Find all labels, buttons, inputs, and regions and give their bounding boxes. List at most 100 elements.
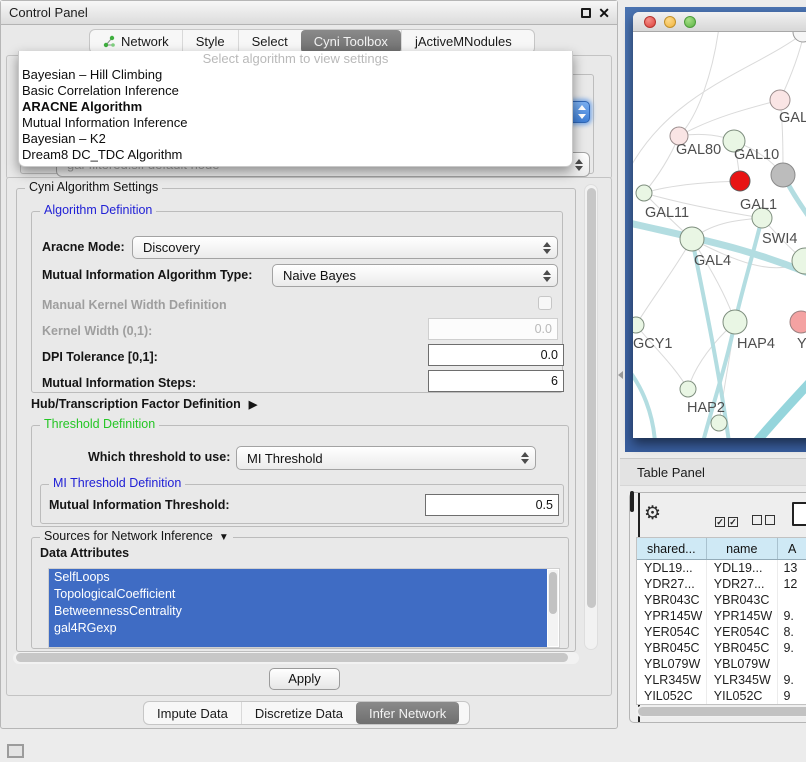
network-tab-icon: [103, 35, 116, 48]
tab-cyni-toolbox[interactable]: Cyni Toolbox: [301, 30, 401, 53]
scrollbar-thumb[interactable]: [638, 707, 806, 716]
scrollbar-thumb[interactable]: [16, 653, 568, 662]
table-row[interactable]: YDR27...YDR27...12: [637, 576, 806, 592]
tab-discretize-data[interactable]: Discretize Data: [241, 702, 356, 724]
algorithm-option[interactable]: Basic Correlation Inference: [19, 83, 572, 99]
attribute-list-item[interactable]: [49, 637, 547, 648]
float-window-icon[interactable]: [581, 8, 591, 18]
attributes-scrollbar[interactable]: [548, 570, 558, 646]
traffic-light-minimize-icon[interactable]: [664, 16, 676, 28]
tab-label: Cyni Toolbox: [314, 34, 388, 49]
mi-threshold-definition-group: MI Threshold Definition Mutual Informati…: [40, 484, 564, 524]
tab-infer-network[interactable]: Infer Network: [356, 702, 459, 724]
select-columns-icon[interactable]: ✓✓: [715, 512, 741, 530]
network-node[interactable]: [680, 227, 704, 251]
network-node[interactable]: [730, 171, 750, 191]
tab-label: Infer Network: [369, 706, 446, 721]
table-header-row: shared...nameA: [637, 538, 806, 560]
network-node[interactable]: [790, 311, 806, 333]
table-cell: YDR27...: [637, 576, 707, 592]
bottom-tabstrip: Impute DataDiscretize Data Infer Network: [143, 701, 470, 725]
attribute-list-item[interactable]: gal4RGexp: [49, 620, 547, 637]
mi-threshold-input[interactable]: 0.5: [425, 494, 559, 516]
combo-focus-stepper-icon[interactable]: [572, 101, 590, 123]
table-row[interactable]: YBL079WYBL079W: [637, 656, 806, 672]
settings-horizontal-scrollbar[interactable]: [13, 652, 579, 664]
which-threshold-select[interactable]: MI Threshold: [236, 446, 536, 470]
network-window-titlebar[interactable]: [633, 12, 806, 32]
tab-style[interactable]: Style: [182, 30, 238, 53]
network-node[interactable]: [680, 381, 696, 397]
dpi-tolerance-input[interactable]: 0.0: [428, 344, 564, 366]
mi-threshold-label: Mutual Information Threshold:: [49, 498, 230, 512]
deselect-columns-icon[interactable]: [752, 512, 778, 530]
network-node[interactable]: [793, 32, 806, 42]
group-title: MI Threshold Definition: [49, 476, 185, 490]
network-node[interactable]: [636, 185, 652, 201]
attribute-list-item[interactable]: BetweennessCentrality: [49, 603, 547, 620]
network-node[interactable]: [771, 163, 795, 187]
hub-definition-toggle[interactable]: Hub/Transcription Factor Definition▶: [31, 397, 257, 411]
table-cell: [778, 656, 806, 672]
aracne-mode-label: Aracne Mode:: [42, 240, 125, 254]
cyni-settings-panel: Cyni Algorithm Settings Algorithm Defini…: [6, 177, 612, 696]
network-node[interactable]: [711, 415, 727, 431]
traffic-light-zoom-icon[interactable]: [684, 16, 696, 28]
splitpane-handle-icon[interactable]: [618, 371, 623, 379]
kernel-width-input[interactable]: 0.0: [428, 318, 558, 340]
algorithm-option[interactable]: Dream8 DC_TDC Algorithm: [19, 147, 572, 163]
table-cell: YBR045C: [637, 640, 707, 656]
aracne-mode-select[interactable]: Discovery: [132, 236, 558, 259]
attribute-list-item[interactable]: SelfLoops: [49, 569, 547, 586]
scrollbar-thumb[interactable]: [549, 572, 557, 614]
docked-panel-icon[interactable]: [7, 744, 24, 758]
sources-collapse-toggle[interactable]: Sources for Network Inference▼: [40, 529, 233, 543]
threshold-definition-group: Threshold Definition Which threshold to …: [31, 425, 569, 527]
network-node[interactable]: [770, 90, 790, 110]
mi-type-select[interactable]: Naive Bayes: [272, 264, 558, 287]
table-horizontal-scrollbar[interactable]: [636, 706, 806, 717]
tab-select[interactable]: Select: [238, 30, 301, 53]
mi-steps-input[interactable]: 6: [428, 370, 564, 392]
table-row[interactable]: YDL19...YDL19...13: [637, 560, 806, 576]
table-row[interactable]: YIL052CYIL052C9: [637, 688, 806, 704]
combo-arrows-icon: [543, 242, 551, 254]
mi-type-value: Naive Bayes: [283, 265, 356, 286]
combo-arrows-icon: [575, 159, 583, 171]
column-header[interactable]: name: [707, 538, 778, 559]
table-cell: 13: [778, 560, 806, 576]
table-cell: YLR345W: [637, 672, 707, 688]
expand-right-arrow-icon: ▶: [249, 399, 257, 411]
algorithm-option[interactable]: Bayesian – Hill Climbing: [19, 67, 572, 83]
tab-jactivemnodules[interactable]: jActiveMNodules: [401, 30, 525, 53]
data-attributes-list: SelfLoopsTopologicalCoefficientBetweenne…: [48, 568, 560, 648]
network-node[interactable]: [633, 317, 644, 333]
algorithm-option[interactable]: Mutual Information Inference: [19, 115, 572, 131]
algorithm-option[interactable]: ARACNE Algorithm: [19, 99, 572, 115]
checked-box-icon: ✓: [728, 517, 738, 527]
close-icon[interactable]: ✕: [598, 3, 610, 23]
table-row[interactable]: YBR045CYBR045C9.: [637, 640, 806, 656]
attribute-list-item[interactable]: TopologicalCoefficient: [49, 586, 547, 603]
tab-network[interactable]: Network: [90, 30, 182, 53]
control-panel-titlebar: Control Panel ✕: [1, 1, 617, 25]
column-view-icon[interactable]: [630, 491, 634, 512]
column-header[interactable]: A: [778, 538, 806, 559]
network-canvas[interactable]: GALGAL80GAL10GAL11GAL1SWI4GAL4GCY1HAP4YH…: [633, 32, 806, 438]
table-row[interactable]: YPR145WYPR145W9.: [637, 608, 806, 624]
traffic-light-close-icon[interactable]: [644, 16, 656, 28]
settings-vertical-scrollbar[interactable]: [584, 184, 598, 650]
table-row[interactable]: YER054CYER054C8.: [637, 624, 806, 640]
apply-button[interactable]: Apply: [269, 668, 340, 690]
tab-label: Network: [121, 34, 169, 49]
tab-impute-data[interactable]: Impute Data: [144, 702, 241, 724]
table-row[interactable]: YLR345WYLR345W9.: [637, 672, 806, 688]
file-export-icon[interactable]: [792, 502, 806, 526]
manual-kernel-checkbox[interactable]: [538, 296, 552, 310]
gear-icon[interactable]: ⚙: [644, 503, 661, 525]
table-row[interactable]: YBR043CYBR043C: [637, 592, 806, 608]
algorithm-option[interactable]: Bayesian – K2: [19, 131, 572, 147]
scrollbar-thumb[interactable]: [587, 188, 596, 608]
column-header[interactable]: shared...: [637, 538, 707, 559]
network-node[interactable]: [723, 310, 747, 334]
